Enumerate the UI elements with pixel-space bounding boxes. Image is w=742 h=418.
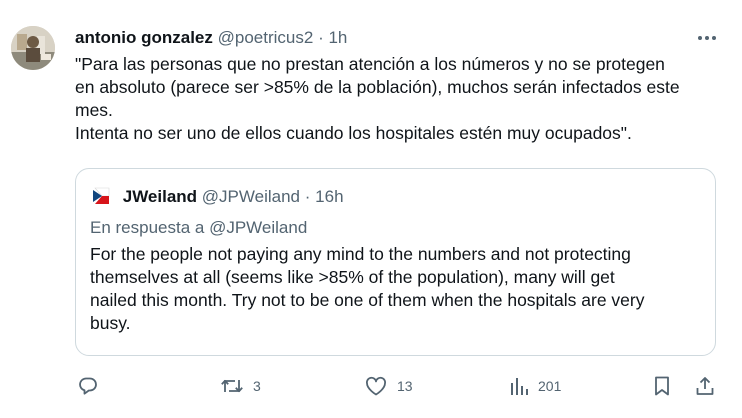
quoted-text-line: nailed this month. Try not to be one of … bbox=[90, 290, 645, 310]
share-button[interactable] bbox=[694, 374, 716, 398]
quoted-text-line: busy. bbox=[90, 313, 131, 333]
bookmark-icon bbox=[655, 376, 669, 396]
quoted-text-line: For the people not paying any mind to th… bbox=[90, 244, 631, 264]
quoted-tweet-text: For the people not paying any mind to th… bbox=[90, 243, 705, 335]
czech-flag-avatar-icon bbox=[90, 185, 112, 207]
quoted-tweet[interactable]: JWeiland @JPWeiland · 16h En respuesta a… bbox=[75, 168, 716, 356]
more-horizontal-icon bbox=[698, 36, 716, 40]
heart-icon bbox=[366, 376, 386, 396]
tweet-text: "Para las personas que no prestan atenci… bbox=[75, 53, 725, 145]
tweet-card[interactable]: antonio gonzalez @poetricus2 · 1h "Para … bbox=[0, 0, 742, 418]
quoted-tweet-header: JWeiland @JPWeiland · 16h bbox=[90, 185, 344, 207]
tweet-text-line: en absoluto (parece ser >85% de la pobla… bbox=[75, 77, 680, 97]
quoted-text-line: themselves at all (seems like >85% of th… bbox=[90, 267, 615, 287]
tweet-text-line: "Para las personas que no prestan atenci… bbox=[75, 54, 665, 74]
quoted-author-name[interactable]: JWeiland bbox=[123, 187, 197, 206]
more-options-button[interactable] bbox=[694, 28, 720, 48]
retweet-icon bbox=[221, 379, 243, 393]
reply-icon bbox=[79, 377, 97, 395]
tweet-text-line: mes. bbox=[75, 100, 113, 120]
quoted-author-handle[interactable]: @JPWeiland bbox=[202, 187, 300, 206]
quoted-author-avatar[interactable] bbox=[90, 185, 112, 207]
author-name[interactable]: antonio gonzalez bbox=[75, 28, 213, 47]
views-bar-chart-icon bbox=[511, 378, 528, 395]
header-separator: · bbox=[318, 28, 324, 47]
tweet-timestamp[interactable]: 1h bbox=[328, 28, 347, 47]
tweet-text-line: Intenta no ser uno de ellos cuando los h… bbox=[75, 123, 632, 143]
quoted-header-separator: · bbox=[304, 187, 311, 206]
views-button[interactable]: 201 bbox=[509, 374, 561, 398]
avatar-photo-icon bbox=[11, 26, 55, 70]
like-button[interactable]: 13 bbox=[364, 374, 413, 398]
quoted-reply-context: En respuesta a @JPWeiland bbox=[90, 218, 308, 237]
like-count: 13 bbox=[397, 378, 413, 394]
retweet-count: 3 bbox=[253, 378, 261, 394]
quoted-tweet-timestamp[interactable]: 16h bbox=[315, 187, 343, 206]
reply-button[interactable] bbox=[77, 374, 108, 398]
tweet-header: antonio gonzalez @poetricus2 · 1h bbox=[75, 28, 347, 48]
share-icon bbox=[696, 377, 714, 395]
author-handle[interactable]: @poetricus2 bbox=[218, 28, 314, 47]
retweet-button[interactable]: 3 bbox=[220, 374, 261, 398]
view-count: 201 bbox=[538, 378, 562, 394]
bookmark-button[interactable] bbox=[652, 374, 672, 398]
author-avatar[interactable] bbox=[11, 26, 55, 70]
